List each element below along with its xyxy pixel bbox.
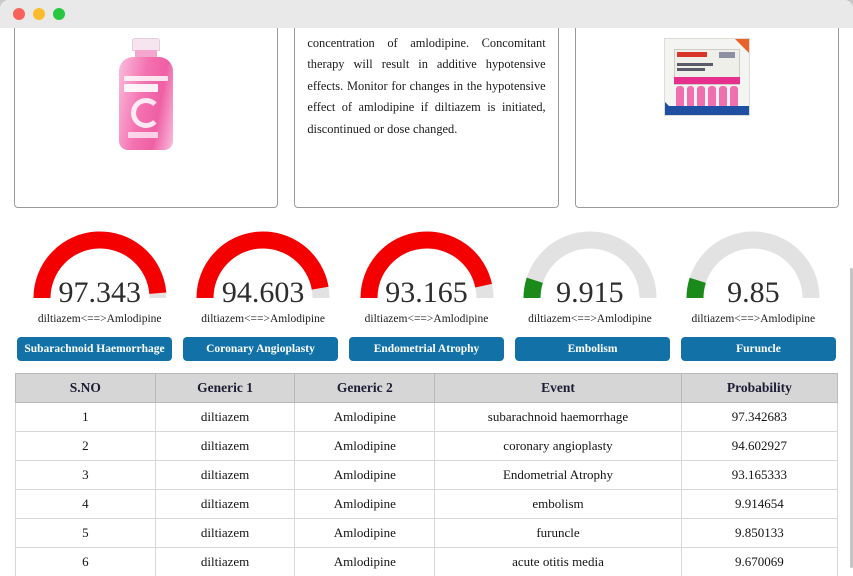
table-col-header-2: Generic 1 <box>155 374 295 403</box>
minimize-window-button[interactable] <box>33 8 45 20</box>
table-cell-probability: 93.165333 <box>681 461 837 490</box>
table-cell-event: Endometrial Atrophy <box>435 461 682 490</box>
table-cell-generic-2: Amlodipine <box>295 519 435 548</box>
table-cell-generic-2: Amlodipine <box>295 432 435 461</box>
gauge-value-5: 9.85 <box>677 278 829 308</box>
table-cell-s-no: 6 <box>16 548 156 576</box>
table-cell-generic-2: Amlodipine <box>295 403 435 432</box>
page-viewport: para_100_mg Diltiazem may increase the s… <box>0 28 853 576</box>
table-cell-generic-2: Amlodipine <box>295 548 435 576</box>
page-content: para_100_mg Diltiazem may increase the s… <box>0 28 853 576</box>
table-row: 3diltiazemAmlodipineEndometrial Atrophy9… <box>16 461 838 490</box>
table-cell-generic-1: diltiazem <box>155 461 295 490</box>
table-cell-probability: 9.670069 <box>681 548 837 576</box>
table-cell-s-no: 5 <box>16 519 156 548</box>
event-button-3[interactable]: Endometrial Atrophy <box>349 337 504 361</box>
table-cell-s-no: 2 <box>16 432 156 461</box>
table-cell-generic-2: Amlodipine <box>295 461 435 490</box>
info-card-row: para_100_mg Diltiazem may increase the s… <box>14 28 839 208</box>
gauge-value-4: 9.915 <box>514 278 666 308</box>
event-button-4[interactable]: Embolism <box>515 337 670 361</box>
maximize-window-button[interactable] <box>53 8 65 20</box>
window-titlebar <box>0 0 853 28</box>
table-cell-event: embolism <box>435 490 682 519</box>
table-col-header-5: Probability <box>681 374 837 403</box>
gauge-arc-2: 94.603 <box>187 222 339 306</box>
gauge-arc-1: 97.343 <box>24 222 176 306</box>
event-button-1[interactable]: Subarachnoid Haemorrhage <box>17 337 172 361</box>
results-table-header: S.NOGeneric 1Generic 2EventProbability <box>16 374 838 403</box>
drug-card-right-media <box>664 34 750 195</box>
gauge-label-2: diltiazem<==>Amlodipine <box>201 313 325 325</box>
table-cell-probability: 94.602927 <box>681 432 837 461</box>
table-cell-s-no: 3 <box>16 461 156 490</box>
table-cell-generic-1: diltiazem <box>155 403 295 432</box>
gauge-label-4: diltiazem<==>Amlodipine <box>528 313 652 325</box>
table-row: 4diltiazemAmlodipineembolism9.914654 <box>16 490 838 519</box>
table-col-header-3: Generic 2 <box>295 374 435 403</box>
interaction-description-card: Diltiazem may increase the serum concent… <box>294 28 558 208</box>
table-cell-probability: 9.914654 <box>681 490 837 519</box>
table-cell-probability: 97.342683 <box>681 403 837 432</box>
vertical-scrollbar[interactable] <box>849 28 853 576</box>
gauge-arc-4: 9.915 <box>514 222 666 306</box>
table-cell-generic-1: diltiazem <box>155 519 295 548</box>
gauge-4: 9.915 diltiazem<==>Amlodipine <box>508 222 671 325</box>
gauge-3: 93.165 diltiazem<==>Amlodipine <box>345 222 508 325</box>
gauge-value-1: 97.343 <box>24 278 176 308</box>
app-window: para_100_mg Diltiazem may increase the s… <box>0 0 853 576</box>
gauge-arc-5: 9.85 <box>677 222 829 306</box>
event-button-5[interactable]: Furuncle <box>681 337 836 361</box>
table-cell-event: subarachnoid haemorrhage <box>435 403 682 432</box>
table-cell-event: coronary angioplasty <box>435 432 682 461</box>
table-col-header-4: Event <box>435 374 682 403</box>
table-row: 5diltiazemAmlodipinefuruncle9.850133 <box>16 519 838 548</box>
table-cell-probability: 9.850133 <box>681 519 837 548</box>
gauge-1: 97.343 diltiazem<==>Amlodipine <box>18 222 181 325</box>
event-button-2[interactable]: Coronary Angioplasty <box>183 337 338 361</box>
tablet-box-icon <box>664 38 750 116</box>
table-cell-event: acute otitis media <box>435 548 682 576</box>
table-cell-generic-2: Amlodipine <box>295 490 435 519</box>
table-cell-event: furuncle <box>435 519 682 548</box>
drug-card-left-media <box>114 34 178 195</box>
interaction-description-text: Diltiazem may increase the serum concent… <box>307 28 545 140</box>
close-window-button[interactable] <box>13 8 25 20</box>
results-table: S.NOGeneric 1Generic 2EventProbability 1… <box>15 373 838 576</box>
gauge-5: 9.85 diltiazem<==>Amlodipine <box>672 222 835 325</box>
gauge-arc-3: 93.165 <box>351 222 503 306</box>
gauge-row: 97.343 diltiazem<==>Amlodipine 94.603 dilti… <box>14 222 839 325</box>
drug-card-right: cabal_50_mg <box>575 28 839 208</box>
drug-card-left: para_100_mg <box>14 28 278 208</box>
gauge-2: 94.603 diltiazem<==>Amlodipine <box>181 222 344 325</box>
table-row: 6diltiazemAmlodipineacute otitis media9.… <box>16 548 838 576</box>
table-row: 1diltiazemAmlodipinesubarachnoid haemorr… <box>16 403 838 432</box>
table-col-header-1: S.NO <box>16 374 156 403</box>
event-button-row: Subarachnoid Haemorrhage Coronary Angiopl… <box>14 337 839 361</box>
gauge-value-3: 93.165 <box>351 278 503 308</box>
table-cell-generic-1: diltiazem <box>155 548 295 576</box>
results-table-body: 1diltiazemAmlodipinesubarachnoid haemorr… <box>16 403 838 576</box>
table-row: 2diltiazemAmlodipinecoronary angioplasty… <box>16 432 838 461</box>
results-table-container: S.NOGeneric 1Generic 2EventProbability 1… <box>14 373 839 576</box>
table-cell-generic-1: diltiazem <box>155 490 295 519</box>
table-cell-s-no: 4 <box>16 490 156 519</box>
gauge-label-3: diltiazem<==>Amlodipine <box>365 313 489 325</box>
gauge-value-2: 94.603 <box>187 278 339 308</box>
syrup-bottle-icon <box>114 38 178 150</box>
table-header-row: S.NOGeneric 1Generic 2EventProbability <box>16 374 838 403</box>
gauge-label-1: diltiazem<==>Amlodipine <box>38 313 162 325</box>
table-cell-s-no: 1 <box>16 403 156 432</box>
gauge-label-5: diltiazem<==>Amlodipine <box>691 313 815 325</box>
table-cell-generic-1: diltiazem <box>155 432 295 461</box>
